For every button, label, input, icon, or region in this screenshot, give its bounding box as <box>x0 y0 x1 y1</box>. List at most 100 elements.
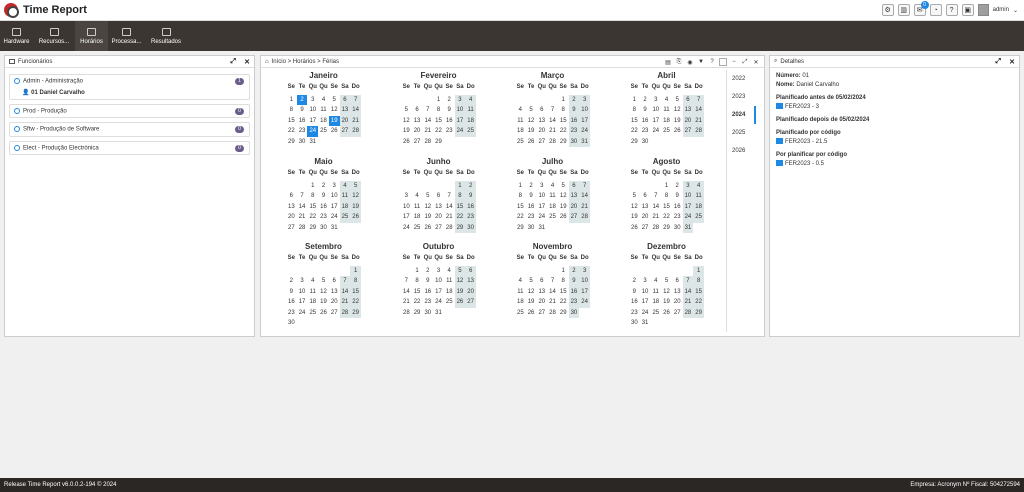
day-cell[interactable]: 5 <box>672 95 683 106</box>
day-cell[interactable]: 25 <box>465 126 476 137</box>
day-cell[interactable]: 19 <box>454 286 466 297</box>
day-cell[interactable]: 5 <box>350 180 361 191</box>
day-cell[interactable]: 25 <box>307 308 318 319</box>
day-cell[interactable]: 6 <box>536 105 547 116</box>
color-swatch[interactable] <box>719 58 727 66</box>
notifications-icon[interactable]: ✉ 0 <box>913 1 929 16</box>
day-cell[interactable]: 3 <box>536 181 547 192</box>
day-cell[interactable]: 27 <box>640 223 651 234</box>
day-cell[interactable]: 8 <box>558 276 569 287</box>
day-cell[interactable]: 24 <box>307 126 319 137</box>
day-cell[interactable]: 1 <box>661 181 672 192</box>
day-cell[interactable]: 24 <box>454 126 466 137</box>
day-cell[interactable]: 16 <box>465 201 476 212</box>
day-cell[interactable]: 26 <box>526 308 537 319</box>
day-cell[interactable]: 19 <box>422 212 433 223</box>
day-cell[interactable]: 27 <box>433 223 444 234</box>
day-cell[interactable]: 24 <box>536 212 547 223</box>
day-cell[interactable]: 30 <box>568 136 580 147</box>
day-cell[interactable]: 3 <box>297 276 308 287</box>
day-cell[interactable]: 14 <box>297 202 308 213</box>
day-cell[interactable]: 17 <box>433 287 444 298</box>
day-cell[interactable]: 22 <box>454 212 466 223</box>
day-cell[interactable]: 14 <box>422 116 433 127</box>
day-cell[interactable]: 20 <box>465 286 476 297</box>
day-cell[interactable]: 11 <box>307 287 318 298</box>
day-cell[interactable]: 11 <box>339 191 351 202</box>
day-cell[interactable]: 9 <box>444 105 455 116</box>
day-cell[interactable]: 16 <box>297 116 308 127</box>
day-cell[interactable]: 4 <box>339 180 351 191</box>
day-cell[interactable]: 2 <box>629 276 640 287</box>
expand-group-icon[interactable] <box>14 126 20 133</box>
day-cell[interactable]: 18 <box>444 287 455 298</box>
day-cell[interactable]: 14 <box>579 191 590 202</box>
day-cell[interactable]: 15 <box>629 116 640 127</box>
day-cell[interactable]: 11 <box>515 116 526 127</box>
day-cell[interactable]: 29 <box>307 223 318 234</box>
day-cell[interactable]: 9 <box>465 191 476 202</box>
day-cell[interactable]: 15 <box>433 116 444 127</box>
expand-icon[interactable]: ⤢ <box>996 58 1002 66</box>
day-cell[interactable]: 13 <box>412 116 423 127</box>
day-cell[interactable]: 24 <box>329 212 340 223</box>
day-cell[interactable]: 8 <box>558 105 569 116</box>
day-cell[interactable]: 24 <box>579 126 590 137</box>
year-tab-2024[interactable]: 2024 <box>727 106 756 124</box>
menu-horarios[interactable]: Horários <box>75 21 108 51</box>
day-cell[interactable]: 22 <box>307 212 318 223</box>
day-cell[interactable]: 20 <box>412 126 423 137</box>
day-cell[interactable]: 5 <box>526 105 537 116</box>
day-cell[interactable]: 13 <box>339 105 351 116</box>
day-cell[interactable]: 26 <box>558 212 569 223</box>
day-cell[interactable]: 2 <box>422 266 433 277</box>
day-cell[interactable]: 5 <box>401 105 412 116</box>
group-elect[interactable]: Elect - Produção Electrónica 0 <box>9 140 250 156</box>
day-cell[interactable]: 9 <box>526 191 537 202</box>
day-cell[interactable]: 12 <box>526 116 537 127</box>
day-cell[interactable]: 29 <box>454 222 466 233</box>
filter-icon[interactable]: ▼ <box>697 59 705 65</box>
day-cell[interactable]: 13 <box>286 202 297 213</box>
day-cell[interactable]: 8 <box>412 276 423 287</box>
day-cell[interactable]: 24 <box>682 212 694 223</box>
day-cell[interactable]: 17 <box>579 286 590 297</box>
day-cell[interactable]: 2 <box>296 94 308 105</box>
day-cell[interactable]: 28 <box>682 307 694 318</box>
day-cell[interactable]: 9 <box>672 191 683 202</box>
day-cell[interactable]: 17 <box>307 116 318 127</box>
day-cell[interactable]: 28 <box>547 308 558 319</box>
day-cell[interactable]: 10 <box>307 105 318 116</box>
day-cell[interactable]: 8 <box>454 191 466 202</box>
chevron-down-icon[interactable]: ⌄ <box>1013 7 1018 14</box>
day-cell[interactable]: 13 <box>433 202 444 213</box>
day-cell[interactable]: 1 <box>558 266 569 277</box>
day-cell[interactable]: 23 <box>629 308 640 319</box>
day-cell[interactable]: 26 <box>401 137 412 148</box>
day-cell[interactable]: 25 <box>661 126 672 137</box>
day-cell[interactable]: 21 <box>547 297 558 308</box>
day-cell[interactable]: 6 <box>412 105 423 116</box>
day-cell[interactable]: 6 <box>568 180 580 191</box>
day-cell[interactable]: 4 <box>515 105 526 116</box>
day-cell[interactable]: 18 <box>412 212 423 223</box>
day-cell[interactable]: 4 <box>693 180 704 191</box>
day-cell[interactable]: 19 <box>328 115 340 126</box>
day-cell[interactable]: 4 <box>412 191 423 202</box>
day-cell[interactable]: 11 <box>318 105 329 116</box>
day-cell[interactable]: 15 <box>286 116 297 127</box>
day-cell[interactable]: 1 <box>307 181 318 192</box>
day-cell[interactable]: 27 <box>568 212 580 223</box>
day-cell[interactable]: 21 <box>579 201 590 212</box>
day-cell[interactable]: 9 <box>629 287 640 298</box>
day-cell[interactable]: 27 <box>412 137 423 148</box>
day-cell[interactable]: 14 <box>339 286 351 297</box>
day-cell[interactable]: 30 <box>526 223 537 234</box>
day-cell[interactable]: 25 <box>693 212 704 223</box>
day-cell[interactable]: 23 <box>568 297 580 308</box>
day-cell[interactable]: 3 <box>640 276 651 287</box>
day-cell[interactable]: 30 <box>286 318 297 329</box>
day-cell[interactable]: 27 <box>682 126 694 137</box>
day-cell[interactable]: 4 <box>515 276 526 287</box>
day-cell[interactable]: 5 <box>526 276 537 287</box>
